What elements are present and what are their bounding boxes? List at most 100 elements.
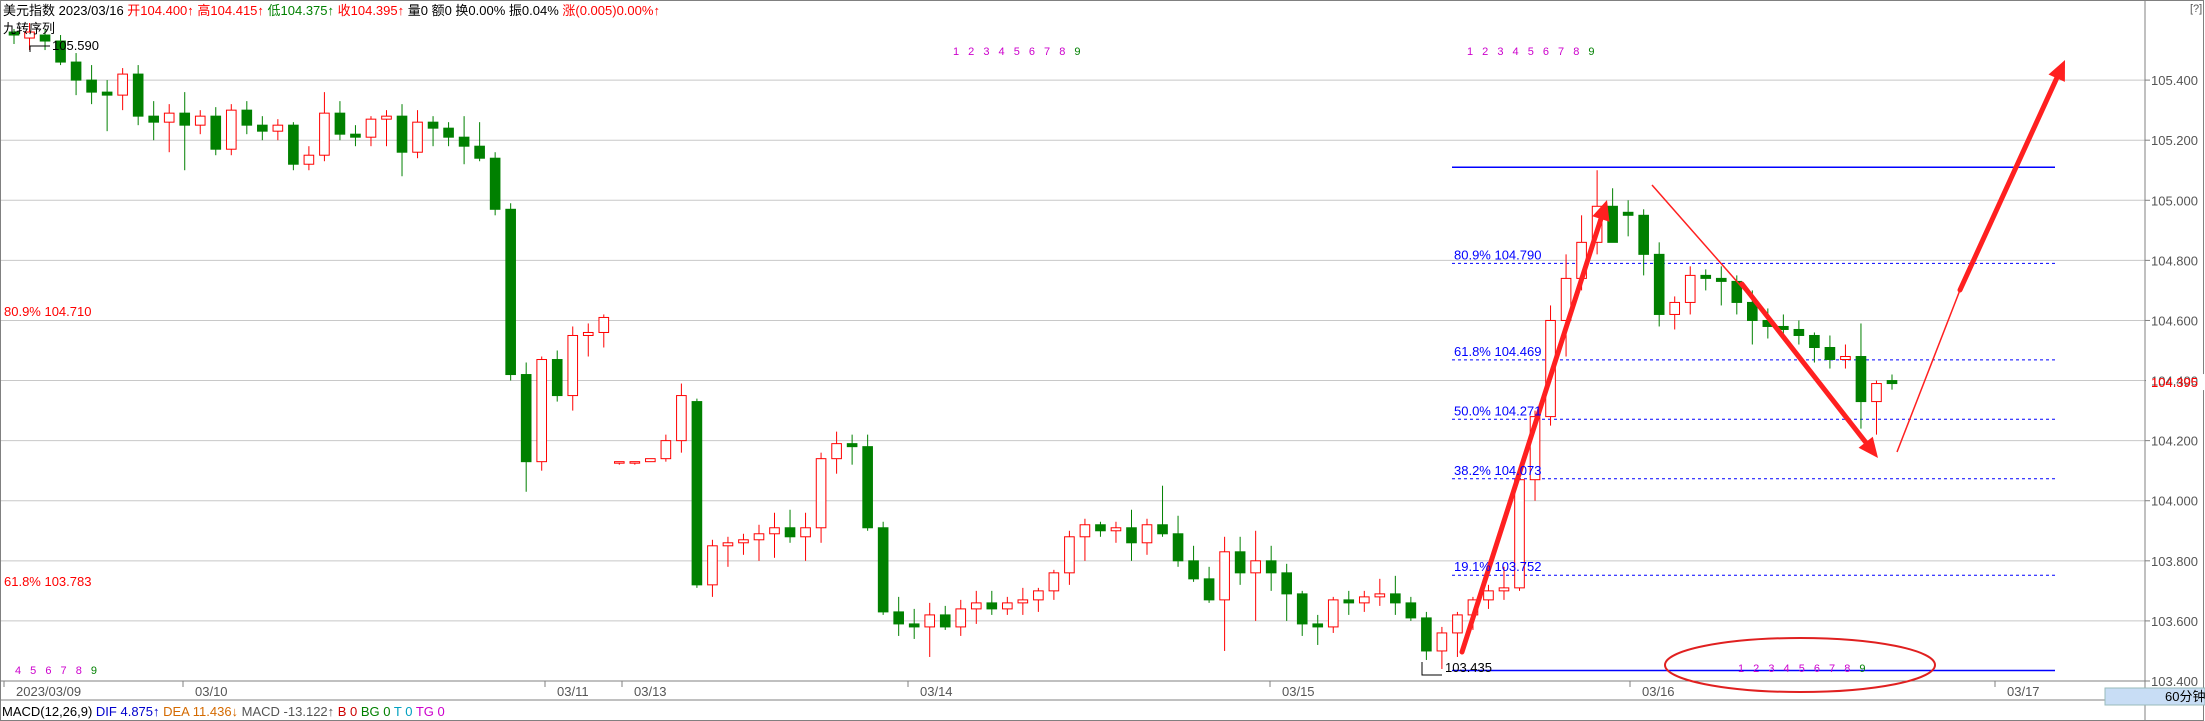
candle-up <box>412 121 423 153</box>
candle-down <box>1234 551 1246 574</box>
nine-sequence-1: 1 2 3 4 5 6 7 8 9 <box>953 46 1084 58</box>
corner-badge: [?] <box>2190 3 2202 15</box>
candle-down <box>179 112 191 126</box>
candle-down <box>1809 334 1820 349</box>
header-field: 涨(0.005)0.00%↑ <box>562 3 660 18</box>
candle-up <box>707 545 718 586</box>
left-fib-label-2: 61.8% 103.783 <box>4 574 91 589</box>
candle-up <box>303 154 315 165</box>
nine-sequence-2: 1 2 3 4 5 6 7 8 9 <box>1467 46 1598 58</box>
y-tick-label: 103.600 <box>2151 614 2198 629</box>
candle-down <box>691 401 703 586</box>
candle-down <box>288 124 299 165</box>
x-tick-label: 2023/03/09 <box>16 684 81 699</box>
y-tick-label: 104.800 <box>2151 253 2198 268</box>
candle-up <box>629 461 641 464</box>
candle-down <box>908 623 920 628</box>
candle-up <box>924 614 936 628</box>
candle-down <box>427 121 439 129</box>
candle-down <box>1715 277 1727 282</box>
fibonacci-layer <box>1452 166 2055 672</box>
candle-up <box>536 359 548 463</box>
candle-down <box>1793 328 1805 336</box>
candle-up <box>955 608 967 628</box>
header-field: 高104.415↑ <box>197 3 267 18</box>
candle-down <box>458 136 470 147</box>
candle-up <box>660 440 672 460</box>
arrow-target-up <box>1957 75 2060 293</box>
y-tick-label: 104.200 <box>2151 434 2198 449</box>
candle-down <box>489 157 501 210</box>
fib-level-label: 19.1% 103.752 <box>1454 559 1541 574</box>
x-tick-label: 03/10 <box>195 684 228 699</box>
candle-up <box>753 533 765 541</box>
candle-up <box>769 527 780 535</box>
chart-frame <box>0 0 2204 721</box>
nine-count-final: 9 <box>1859 663 1868 675</box>
candle-down <box>210 115 222 150</box>
y-tick-label: 103.800 <box>2151 554 2198 569</box>
nine-count-final: 9 <box>91 665 100 677</box>
chart-window: 105.400 105.200 105.000 104.800 104.600 104.4… <box>0 0 2205 721</box>
candle-down <box>505 208 516 376</box>
candle-up <box>1436 632 1448 652</box>
fib-level-label: 80.9% 104.790 <box>1454 247 1541 262</box>
x-tick-label: 03/14 <box>920 684 953 699</box>
text-layer: 105.400105.200105.000104.800104.600104.4… <box>2 3 2205 719</box>
candle-down <box>520 374 532 463</box>
candle-up <box>1327 599 1339 628</box>
candle-down <box>474 145 485 159</box>
candle-up <box>272 124 284 132</box>
candle-down <box>1281 572 1293 595</box>
candle-down <box>241 109 253 126</box>
candle-up <box>1064 536 1075 574</box>
candle-down <box>1421 617 1432 652</box>
candle-down <box>1700 274 1712 279</box>
candle-down <box>1265 560 1277 574</box>
candle-up <box>365 118 377 138</box>
current-price-label: 104.395 <box>2151 375 2198 390</box>
candle-down <box>1343 599 1355 604</box>
candle-up <box>970 602 982 610</box>
candle-up <box>1483 590 1494 601</box>
candle-up <box>613 461 625 464</box>
candle-up <box>194 115 206 126</box>
candle-down <box>1638 214 1649 255</box>
candle-down <box>1653 253 1665 315</box>
candle-down <box>1095 524 1106 532</box>
x-tick-label: 03/17 <box>2007 684 2040 699</box>
candle-down <box>986 602 998 610</box>
candle-down <box>396 115 408 153</box>
candle-up <box>1250 560 1261 574</box>
header-field: 收104.395↑ <box>338 3 408 18</box>
candle-up <box>1017 599 1029 604</box>
indicator-name: 九转序列 <box>3 21 55 36</box>
nine-count-final: 9 <box>1588 46 1597 58</box>
candle-down <box>1622 211 1634 216</box>
candle-down <box>1126 527 1137 544</box>
candle-down <box>1296 593 1308 625</box>
candle-up <box>1358 596 1370 604</box>
candle-up <box>645 458 656 463</box>
y-tick-label: 104.000 <box>2151 494 2198 509</box>
candle-up <box>738 539 749 544</box>
candle-up <box>1452 614 1463 634</box>
header-info: 美元指数 2023/03/16 开104.400↑ 高104.415↑ 低104… <box>3 3 660 18</box>
candle-up <box>1141 524 1153 544</box>
candle-down <box>257 124 268 132</box>
x-tick-label: 03/13 <box>634 684 667 699</box>
candle-up <box>567 334 579 397</box>
y-tick-label: 105.200 <box>2151 133 2198 148</box>
header-field: 低104.375↑ <box>268 3 338 18</box>
candle-down <box>101 91 113 96</box>
candle-up <box>722 542 734 547</box>
header-field: 量0 <box>408 3 432 18</box>
y-tick-label: 104.600 <box>2151 313 2198 328</box>
nine-sequence-4: 4 5 6 7 8 9 <box>15 665 100 677</box>
annotation-layer <box>29 45 2205 706</box>
period-label: 60分钟 <box>2165 689 2205 704</box>
candle-up <box>163 112 175 123</box>
macd-field: BG 0 <box>361 704 394 719</box>
candle-up <box>319 112 330 156</box>
candle-up <box>1498 587 1510 592</box>
